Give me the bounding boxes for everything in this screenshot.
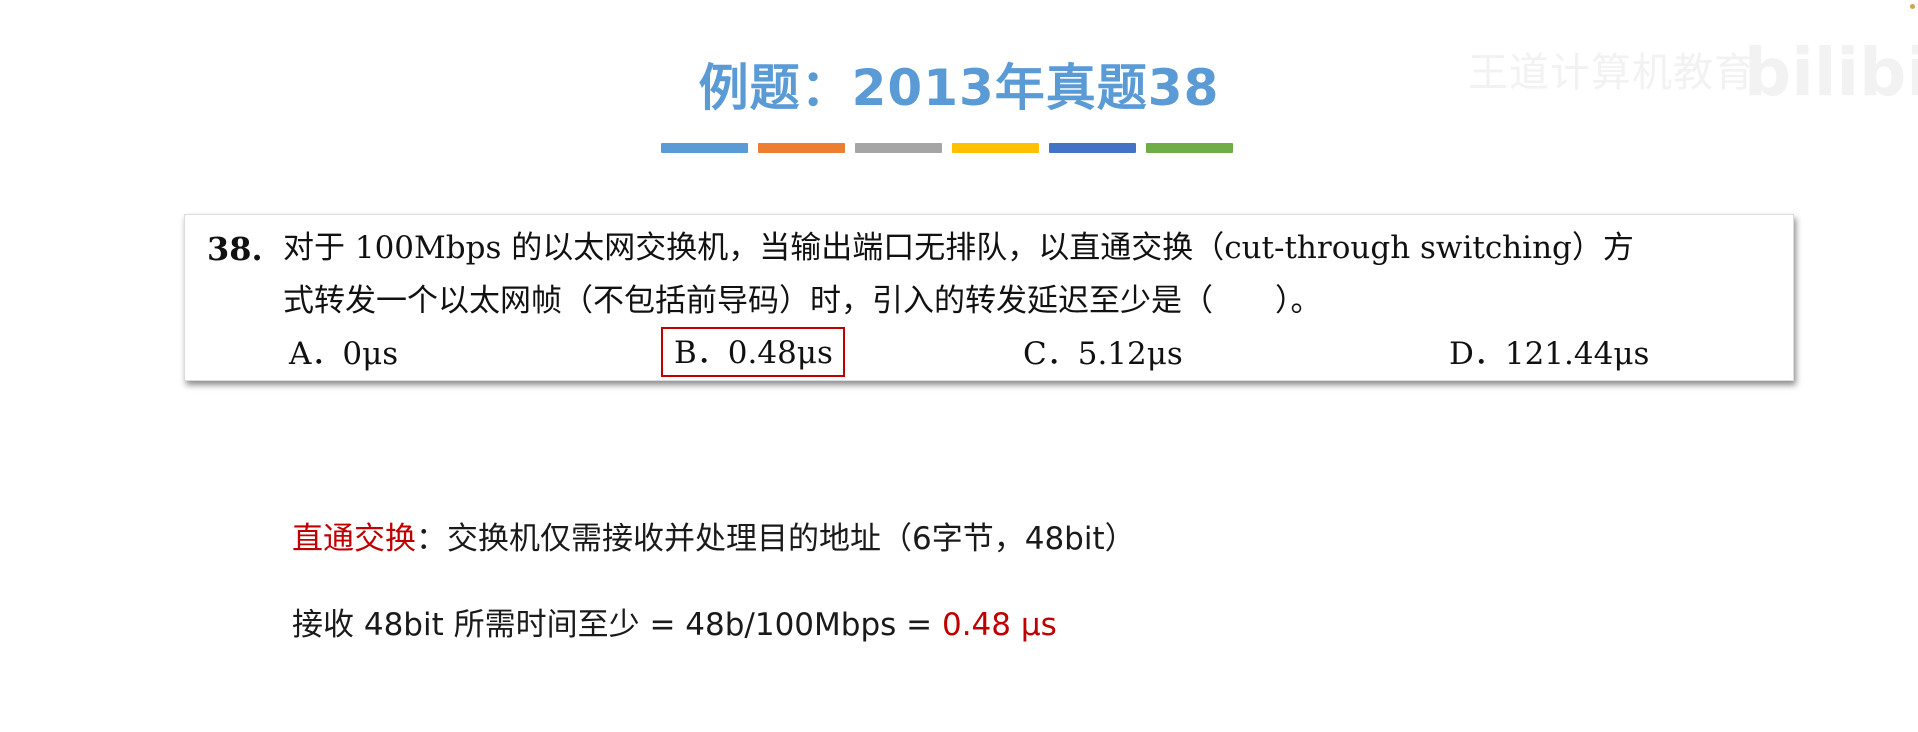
decor-bar-orange — [758, 143, 845, 153]
decor-bar-yellow — [952, 143, 1039, 153]
question-number: 38. — [207, 230, 263, 268]
option-c: C．5.12μs — [1023, 336, 1183, 372]
explanation-line2: 接收 48bit 所需时间至少 = 48b/100Mbps = 0.48 μs — [292, 600, 1057, 650]
explanation-line1-text: ：交换机仅需接收并处理目的地址（6字节，48bit） — [416, 521, 1136, 557]
question-text-line1: 对于 100Mbps 的以太网交换机，当输出端口无排队，以直通交换（cut-th… — [283, 230, 1634, 266]
explanation-term: 直通交换 — [292, 521, 416, 557]
corner-dot — [1910, 4, 1915, 9]
explanation-line1: 直通交换：交换机仅需接收并处理目的地址（6字节，48bit） — [292, 514, 1136, 564]
decor-bar-gray — [855, 143, 942, 153]
explanation-formula: 接收 48bit 所需时间至少 = 48b/100Mbps = — [292, 607, 942, 643]
explanation-result: 0.48 μs — [941, 607, 1057, 643]
option-d: D．121.44μs — [1449, 336, 1650, 372]
decor-bar-darkblue — [1049, 143, 1136, 153]
decor-color-bars — [661, 143, 1243, 153]
bilibili-logo-watermark: bilibili — [1744, 34, 1918, 111]
watermark-text: 王道计算机教育 — [1468, 50, 1755, 96]
question-text-line2: 式转发一个以太网帧（不包括前导码）时，引入的转发延迟至少是（ ）。 — [283, 283, 1322, 319]
decor-bar-green — [1146, 143, 1233, 153]
option-a: A．0μs — [289, 336, 399, 372]
decor-bar-blue — [661, 143, 748, 153]
option-b-highlighted: B．0.48μs — [661, 327, 845, 377]
question-box: 38. 对于 100Mbps 的以太网交换机，当输出端口无排队，以直通交换（cu… — [184, 214, 1794, 381]
